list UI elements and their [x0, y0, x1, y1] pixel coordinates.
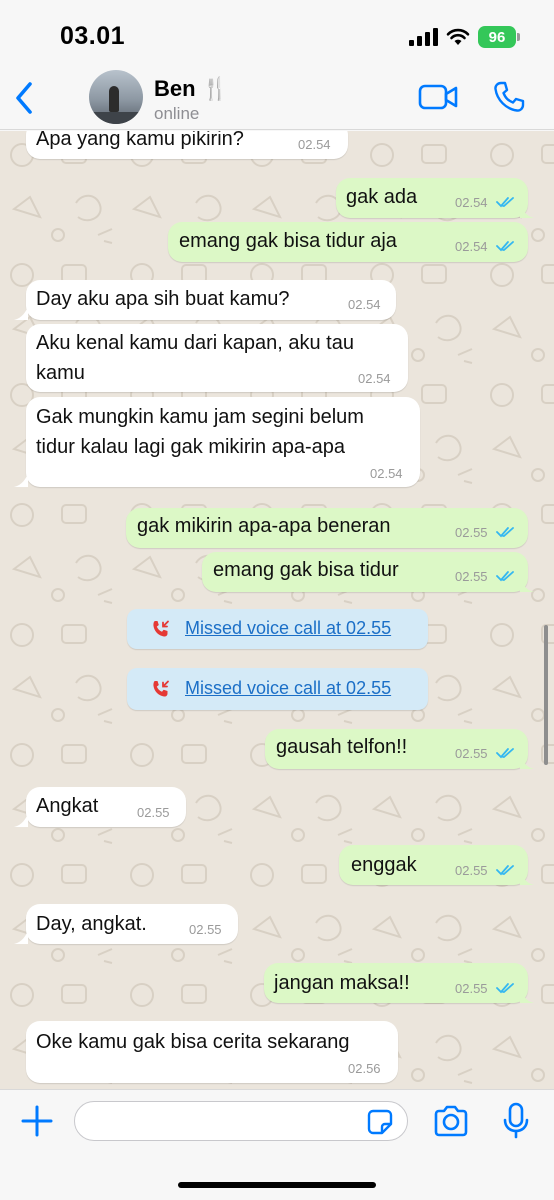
message-time: 02.54: [348, 297, 381, 312]
message-time: 02.55: [455, 863, 488, 878]
missed-call-notice[interactable]: Missed voice call at 02.55: [127, 609, 428, 649]
bubble-tail: [14, 813, 28, 827]
message-text: emang gak bisa tidur: [213, 559, 399, 581]
message-time: 02.55: [455, 981, 488, 996]
camera-button[interactable]: [432, 1104, 470, 1138]
scrollbar[interactable]: [544, 625, 548, 765]
double-check-icon: [496, 197, 514, 208]
message-text: Angkat: [36, 795, 99, 817]
message-bubble-incoming[interactable]: Aku kenal kamu dari kapan, aku tau kamu …: [26, 324, 408, 392]
contact-name[interactable]: Ben 🍴: [154, 76, 229, 102]
message-time: 02.55: [189, 922, 222, 937]
message-text: Gak mungkin kamu jam segini belum: [36, 406, 364, 428]
plus-icon: [21, 1105, 53, 1137]
message-bubble-outgoing[interactable]: jangan maksa!! 02.55: [264, 963, 528, 1003]
message-text: gak mikirin apa-apa beneran: [137, 515, 391, 537]
wifi-icon: [446, 28, 470, 45]
contact-status: online: [154, 104, 200, 123]
bubble-tail: [14, 930, 28, 944]
message-text: Day aku apa sih buat kamu?: [36, 288, 290, 310]
bubble-tail: [520, 989, 534, 1003]
double-check-icon: [496, 983, 514, 994]
message-bubble-incoming[interactable]: Day, angkat. 02.55: [26, 904, 238, 944]
message-time: 02.55: [137, 805, 170, 820]
message-input[interactable]: [74, 1101, 408, 1141]
message-text: enggak: [351, 854, 417, 876]
attach-button[interactable]: [20, 1104, 54, 1138]
message-text: jangan maksa!!: [274, 972, 410, 994]
status-bar: 03.01 96: [0, 0, 554, 66]
missed-call-notice[interactable]: Missed voice call at 02.55: [127, 668, 428, 710]
message-text: tidur kalau lagi gak mikirin apa-apa: [36, 436, 346, 458]
microphone-icon: [503, 1102, 529, 1139]
message-bubble-outgoing[interactable]: gak ada 02.54: [336, 178, 528, 218]
voice-call-button[interactable]: [492, 80, 526, 114]
message-bubble-outgoing[interactable]: emang gak bisa tidur aja 02.54: [168, 222, 528, 262]
message-time: 02.54: [370, 466, 403, 481]
message-bubble-incoming[interactable]: Oke kamu gak bisa cerita sekarang 02.56: [26, 1021, 398, 1083]
chat-area[interactable]: Apa yang kamu pikirin? 02.54 gak ada 02.…: [0, 131, 554, 1089]
message-text: gak ada: [346, 186, 418, 208]
status-indicators: 96: [409, 26, 520, 48]
camera-icon: [434, 1105, 468, 1137]
battery-indicator: 96: [478, 26, 520, 48]
chat-header: Ben 🍴 online: [0, 66, 554, 130]
message-text: Aku kenal kamu dari kapan, aku tau: [36, 332, 354, 354]
bubble-tail: [520, 204, 534, 218]
video-camera-icon: [418, 84, 458, 110]
video-call-button[interactable]: [418, 82, 458, 112]
missed-call-icon: [153, 620, 169, 637]
back-button[interactable]: [10, 78, 40, 118]
message-bubble-outgoing[interactable]: gausah telfon!! 02.55: [265, 729, 528, 769]
missed-call-link[interactable]: Missed voice call at 02.55: [185, 618, 391, 639]
message-bubble-incoming[interactable]: Apa yang kamu pikirin? 02.54: [26, 131, 348, 159]
bubble-tail: [14, 306, 28, 320]
missed-call-icon: [153, 680, 169, 697]
message-bubble-incoming[interactable]: Day aku apa sih buat kamu? 02.54: [26, 280, 396, 320]
message-text: emang gak bisa tidur aja: [179, 230, 397, 252]
message-time: 02.55: [455, 746, 488, 761]
message-bubble-outgoing[interactable]: gak mikirin apa-apa beneran 02.55: [126, 508, 528, 548]
bubble-tail: [520, 871, 534, 885]
message-bubble-outgoing[interactable]: emang gak bisa tidur 02.55: [202, 552, 528, 592]
message-text: Day, angkat.: [36, 913, 147, 935]
message-time: 02.55: [455, 569, 488, 584]
home-indicator[interactable]: [178, 1182, 376, 1188]
status-time: 03.01: [60, 22, 126, 50]
phone-icon: [494, 81, 525, 112]
message-text: Oke kamu gak bisa cerita sekarang: [36, 1031, 350, 1053]
chevron-left-icon: [16, 82, 32, 114]
message-text: Apa yang kamu pikirin?: [36, 131, 244, 150]
message-time: 02.54: [455, 195, 488, 210]
double-check-icon: [496, 865, 514, 876]
missed-call-link[interactable]: Missed voice call at 02.55: [185, 678, 391, 699]
bubble-tail: [14, 473, 28, 487]
sticker-button[interactable]: [367, 1109, 393, 1135]
message-time: 02.55: [455, 525, 488, 540]
bubble-tail: [520, 578, 534, 592]
bubble-tail: [520, 755, 534, 769]
message-text: gausah telfon!!: [276, 736, 408, 758]
message-input-bar: [0, 1089, 554, 1200]
message-time: 02.56: [348, 1061, 381, 1076]
double-check-icon: [496, 748, 514, 759]
message-time: 02.54: [358, 371, 391, 386]
message-bubble-incoming[interactable]: Angkat 02.55: [26, 787, 186, 827]
double-check-icon: [496, 241, 514, 252]
sticker-icon: [367, 1109, 393, 1135]
message-time: 02.54: [455, 239, 488, 254]
message-bubble-outgoing[interactable]: enggak 02.55: [339, 845, 528, 885]
message-bubble-incoming[interactable]: Gak mungkin kamu jam segini belum tidur …: [26, 397, 420, 487]
microphone-button[interactable]: [502, 1102, 530, 1140]
double-check-icon: [496, 571, 514, 582]
signal-icon: [409, 28, 438, 46]
message-time: 02.54: [298, 137, 331, 152]
avatar[interactable]: [89, 70, 143, 124]
message-text: kamu: [36, 362, 85, 384]
double-check-icon: [496, 527, 514, 538]
